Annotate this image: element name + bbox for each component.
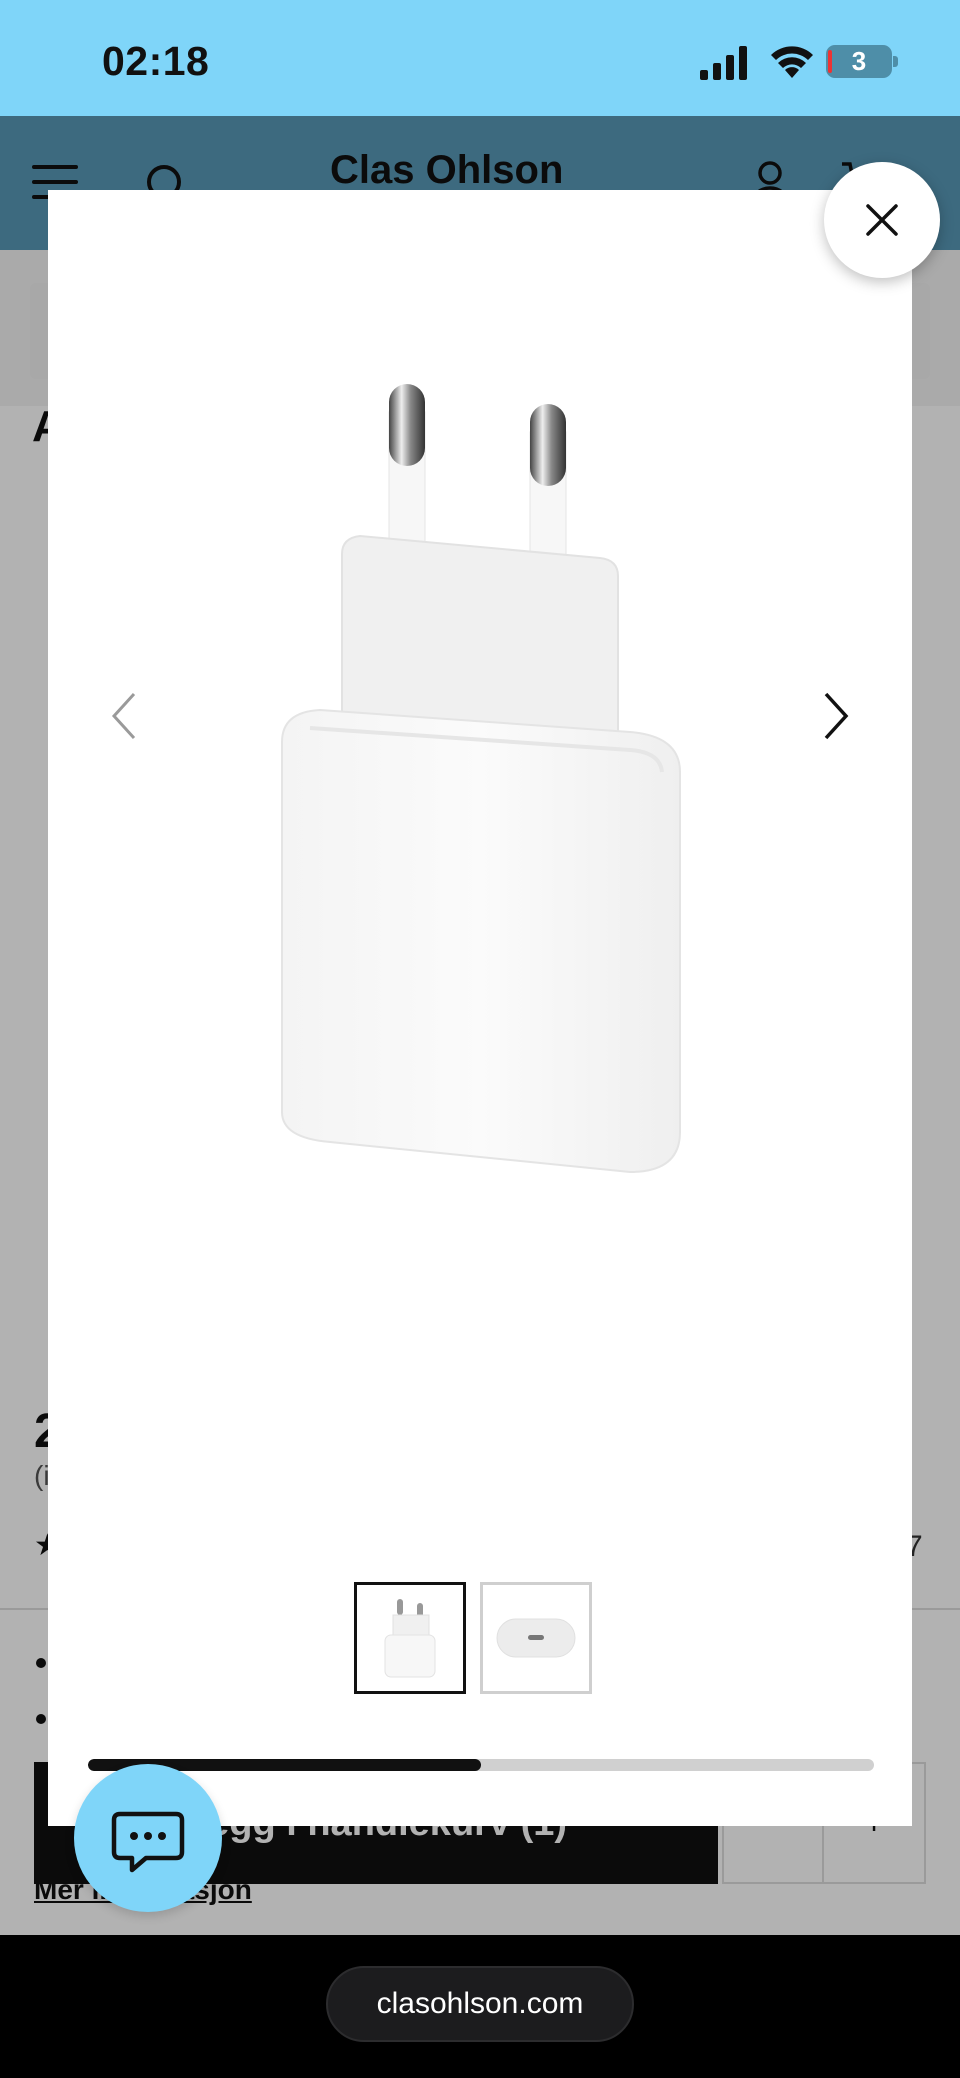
chevron-left-icon[interactable] bbox=[104, 690, 148, 742]
thumbnail-port-image bbox=[496, 1618, 576, 1658]
thumbnail-usb-c-port[interactable] bbox=[480, 1582, 592, 1694]
cellular-signal-icon bbox=[700, 46, 747, 80]
chat-bubble-icon bbox=[111, 1811, 185, 1873]
close-icon bbox=[866, 204, 898, 236]
thumbnail-charger-image bbox=[384, 1599, 436, 1678]
address-bar-url[interactable]: clasohlson.com bbox=[326, 1966, 634, 2042]
status-time: 02:18 bbox=[102, 38, 210, 84]
close-button[interactable] bbox=[824, 162, 940, 278]
battery-cap bbox=[893, 56, 898, 67]
wifi-icon bbox=[771, 46, 813, 78]
thumbnail-charger-front[interactable] bbox=[354, 1582, 466, 1694]
chat-button[interactable] bbox=[74, 1764, 222, 1912]
product-image-charger[interactable] bbox=[250, 372, 710, 1192]
battery-level: 3 bbox=[851, 46, 867, 76]
chevron-right-icon[interactable] bbox=[814, 690, 858, 742]
